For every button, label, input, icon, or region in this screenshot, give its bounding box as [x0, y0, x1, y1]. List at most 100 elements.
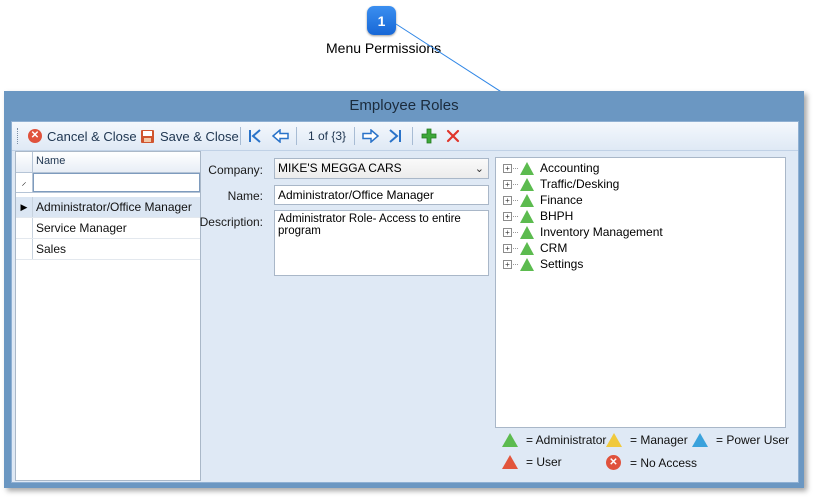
tree-item-crm[interactable]: + CRM [503, 240, 567, 256]
column-header-name[interactable]: Name [36, 155, 65, 167]
save-disk-icon [141, 129, 154, 143]
tree-item-inventory-management[interactable]: + Inventory Management [503, 224, 663, 240]
description-label: Description: [199, 215, 263, 229]
cancel-icon: ✕ [28, 129, 42, 143]
tree-item-finance[interactable]: + Finance [503, 192, 583, 208]
employee-roles-window: Employee Roles ✕ Cancel & Close Save & C… [4, 91, 804, 488]
company-value: MIKE'S MEGGA CARS [278, 161, 402, 175]
description-value: Administrator Role- Access to entire pro… [278, 213, 461, 237]
tree-item-label: CRM [540, 241, 568, 255]
red-triangle-icon [502, 455, 518, 469]
administrator-triangle-icon[interactable] [520, 161, 534, 175]
row-indicator [16, 218, 33, 238]
row-indicator [16, 239, 33, 259]
legend-no-access-label: = No Access [630, 455, 698, 470]
company-select[interactable]: MIKE'S MEGGA CARS ⌄ [274, 158, 489, 179]
name-field[interactable]: Administrator/Office Manager [274, 185, 489, 205]
chevron-down-icon: ⌄ [474, 163, 484, 175]
roles-grid: Name ⸝ ▶ Administrator/Office Manager Se… [15, 151, 201, 481]
first-record-icon [249, 129, 261, 143]
previous-record-button[interactable] [272, 126, 289, 146]
save-close-button[interactable]: Save & Close [140, 126, 239, 146]
legend-power-user-label: = Power User [716, 433, 790, 447]
tree-item-bhph[interactable]: + BHPH [503, 208, 573, 224]
toolbar-separator [412, 127, 413, 145]
yellow-triangle-icon [606, 433, 622, 447]
tree-item-label: Traffic/Desking [540, 177, 620, 191]
name-label: Name: [227, 189, 263, 203]
name-value: Administrator/Office Manager [278, 188, 434, 202]
tree-item-label: BHPH [540, 209, 574, 223]
tree-item-traffic-desking[interactable]: + Traffic/Desking [503, 176, 619, 192]
toolbar-grip[interactable] [17, 128, 20, 144]
last-record-button[interactable] [388, 126, 402, 146]
tree-item-label: Finance [540, 193, 583, 207]
toolbar: ✕ Cancel & Close Save & Close 1 of {3} [12, 122, 798, 151]
filter-key-icon: ⸝ [16, 173, 33, 192]
menu-permissions-tree: + Accounting + Traffic/Desking + Finance… [495, 157, 786, 428]
grid-filter-row: ⸝ [16, 173, 200, 193]
legend-power-user: = Power User [692, 433, 789, 447]
green-triangle-icon [502, 433, 518, 447]
row-name: Sales [36, 242, 67, 256]
table-row[interactable]: Service Manager [16, 218, 200, 239]
administrator-triangle-icon[interactable] [520, 209, 534, 223]
toolbar-separator [240, 127, 241, 145]
row-name: Service Manager [36, 221, 127, 235]
no-access-icon: ✕ [606, 455, 621, 470]
last-record-icon [389, 129, 401, 143]
legend-administrator: = Administrator [502, 433, 606, 447]
tree-item-settings[interactable]: + Settings [503, 256, 583, 272]
legend-manager-label: = Manager [630, 433, 688, 447]
blue-triangle-icon [692, 433, 708, 447]
toolbar-separator [354, 127, 355, 145]
filter-input[interactable] [33, 173, 200, 192]
tree-item-label: Settings [540, 257, 584, 271]
administrator-triangle-icon[interactable] [520, 225, 534, 239]
toolbar-separator [296, 127, 297, 145]
administrator-triangle-icon[interactable] [520, 241, 534, 255]
callout-badge: 1 [367, 6, 396, 35]
legend-user-label: = User [526, 455, 562, 469]
row-name: Administrator/Office Manager [36, 200, 192, 214]
save-close-label: Save & Close [160, 128, 239, 144]
record-position: 1 of {3} [308, 129, 347, 143]
tree-item-label: Inventory Management [540, 225, 663, 239]
legend-manager: = Manager [606, 433, 688, 447]
expand-icon[interactable]: + [503, 211, 512, 221]
delete-record-button[interactable] [446, 126, 460, 146]
administrator-triangle-icon[interactable] [520, 177, 534, 191]
cancel-close-label: Cancel & Close [47, 128, 137, 144]
legend-user: = User [502, 455, 562, 469]
expand-icon[interactable]: + [503, 195, 512, 205]
table-row[interactable]: ▶ Administrator/Office Manager [16, 197, 200, 218]
description-field[interactable]: Administrator Role- Access to entire pro… [274, 210, 489, 276]
legend-administrator-label: = Administrator [526, 433, 607, 447]
window-body: ✕ Cancel & Close Save & Close 1 of {3} N… [11, 121, 799, 483]
delete-x-icon [446, 129, 460, 143]
table-row[interactable]: Sales [16, 239, 200, 260]
expand-icon[interactable]: + [503, 259, 512, 269]
expand-icon[interactable]: + [503, 163, 512, 173]
expand-icon[interactable]: + [503, 227, 512, 237]
administrator-triangle-icon[interactable] [520, 257, 534, 271]
expand-icon[interactable]: + [503, 179, 512, 189]
add-record-button[interactable] [421, 126, 437, 146]
row-pointer-icon: ▶ [16, 197, 33, 217]
grid-header: Name [16, 152, 200, 173]
next-record-button[interactable] [362, 126, 379, 146]
cancel-close-button[interactable]: ✕ Cancel & Close [28, 126, 137, 146]
tree-item-label: Accounting [540, 161, 600, 175]
tree-item-accounting[interactable]: + Accounting [503, 160, 599, 176]
grid-header-indicator [16, 152, 33, 172]
legend-no-access: ✕ = No Access [606, 455, 697, 470]
administrator-triangle-icon[interactable] [520, 193, 534, 207]
company-label: Company: [208, 163, 263, 177]
first-record-button[interactable] [248, 126, 262, 146]
arrow-left-icon [272, 129, 289, 143]
plus-icon [421, 128, 437, 144]
window-title: Employee Roles [349, 97, 459, 114]
arrow-right-icon [362, 129, 379, 143]
expand-icon[interactable]: + [503, 243, 512, 253]
callout-label: Menu Permissions [326, 40, 442, 56]
